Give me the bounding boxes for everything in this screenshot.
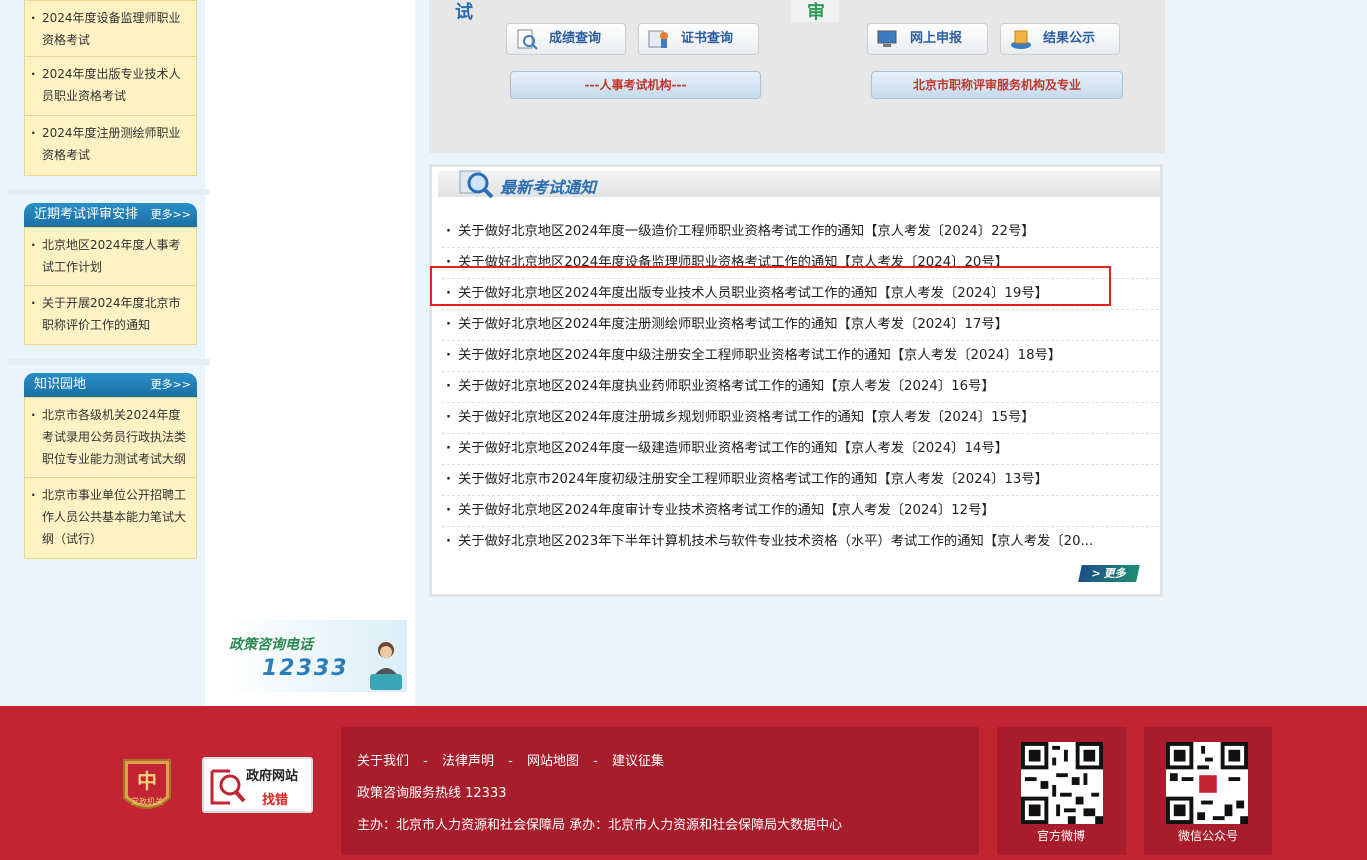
weibo-label: 官方微博 bbox=[1036, 829, 1085, 843]
sitemap-link[interactable]: 网站地图 bbox=[527, 754, 579, 769]
footer-host: 主办：北京市人力资源和社会保障局 承办：北京市人力资源和社会保障局大数据中心 bbox=[357, 818, 843, 833]
cert-query-button[interactable]: 证书查询 bbox=[638, 23, 759, 55]
knowledge-header: 知识园地 更多>> bbox=[24, 373, 197, 397]
exam-char: 试 bbox=[455, 2, 473, 23]
highlight-box bbox=[430, 266, 1111, 306]
schedule-header: 近期考试评审安排 更多>> bbox=[24, 203, 197, 227]
footer-hotline: 政策咨询服务热线 12333 bbox=[357, 786, 507, 801]
notice-item[interactable]: 关于做好北京地区2023年下半年计算机技术与软件专业技术资格（水平）考试工作的通… bbox=[442, 527, 1159, 558]
schedule-list: 北京地区2024年度人事考试工作计划 关于开展2024年度北京市职称评价工作的通… bbox=[24, 227, 197, 345]
schedule-more-link[interactable]: 更多>> bbox=[151, 203, 191, 227]
party-badge-text: 党政机关 bbox=[131, 796, 163, 806]
notice-item[interactable]: 关于做好北京地区2024年度注册城乡规划师职业资格考试工作的通知【京人考发〔20… bbox=[442, 403, 1159, 434]
certificate-icon bbox=[648, 30, 668, 48]
link-separator: - bbox=[423, 754, 428, 769]
list-item[interactable]: 2024年度设备监理师职业资格考试 bbox=[25, 1, 196, 57]
service-panel: 试 审 成绩查询 证书查询 网上申报 结果公示 ---人事考试机构--- 北京市… bbox=[429, 0, 1165, 153]
eval-char: 审 bbox=[807, 2, 825, 23]
notice-item[interactable]: 关于做好北京市2024年度初级注册安全工程师职业资格考试工作的通知【京人考发〔2… bbox=[442, 465, 1159, 496]
magnifier-icon bbox=[210, 769, 246, 805]
notice-item[interactable]: 关于做好北京地区2024年度执业药师职业资格考试工作的通知【京人考发〔2024〕… bbox=[442, 372, 1159, 403]
chevron-right-icon: > bbox=[1090, 567, 1103, 580]
legal-link[interactable]: 法律声明 bbox=[442, 754, 494, 769]
notice-item[interactable]: 关于做好北京地区2024年度中级注册安全工程师职业资格考试工作的通知【京人考发〔… bbox=[442, 341, 1159, 372]
divider bbox=[8, 359, 210, 365]
notice-item[interactable]: 关于做好北京地区2024年度一级造价工程师职业资格考试工作的通知【京人考发〔20… bbox=[442, 217, 1159, 248]
knowledge-list: 北京市各级机关2024年度考试录用公务员行政执法类职位专业能力测试考试大纲 北京… bbox=[24, 397, 197, 559]
document-stack-icon bbox=[1011, 30, 1031, 49]
knowledge-more-link[interactable]: 更多>> bbox=[151, 373, 191, 397]
list-item[interactable]: 2024年度出版专业技术人员职业资格考试 bbox=[25, 57, 196, 116]
online-apply-label: 网上申报 bbox=[910, 31, 963, 46]
notice-item[interactable]: 关于做好北京地区2024年度注册测绘师职业资格考试工作的通知【京人考发〔2024… bbox=[442, 310, 1159, 341]
link-separator: - bbox=[593, 754, 598, 769]
party-org-badge[interactable]: 中 党政机关 bbox=[120, 756, 174, 820]
weibo-qr-code bbox=[1021, 742, 1103, 824]
wechat-label: 微信公众号 bbox=[1177, 829, 1238, 843]
sidebar bbox=[205, 0, 415, 706]
cert-query-label: 证书查询 bbox=[681, 31, 734, 46]
result-public-button[interactable]: 结果公示 bbox=[1000, 23, 1120, 55]
footer-links: 关于我们 - 法律声明 - 网站地图 - 建议征集 bbox=[357, 750, 674, 769]
notices-more-button[interactable]: > 更多 bbox=[1078, 565, 1140, 582]
operator-icon bbox=[370, 642, 402, 690]
gov-site-text: 政府网站 bbox=[246, 769, 299, 784]
list-item[interactable]: 北京地区2024年度人事考试工作计划 bbox=[25, 228, 196, 286]
latest-notices: 最新考试通知 关于做好北京地区2024年度一级造价工程师职业资格考试工作的通知【… bbox=[429, 164, 1163, 597]
score-query-button[interactable]: 成绩查询 bbox=[506, 23, 626, 55]
hotline-number: 12333 bbox=[262, 656, 349, 681]
notice-item[interactable]: 关于做好北京地区2024年度一级建造师职业资格考试工作的通知【京人考发〔2024… bbox=[442, 434, 1159, 465]
notice-item[interactable]: 关于做好北京地区2024年度审计专业技术资格考试工作的通知【京人考发〔2024〕… bbox=[442, 496, 1159, 527]
more-label: 更多 bbox=[1103, 567, 1128, 580]
list-item[interactable]: 2024年度注册测绘师职业资格考试 bbox=[25, 116, 196, 175]
result-public-label: 结果公示 bbox=[1043, 31, 1096, 46]
gov-error-text: 找错 bbox=[262, 793, 289, 808]
magnifier-doc-icon bbox=[517, 29, 538, 50]
eval-org-button[interactable]: 北京市职称评审服务机构及专业 bbox=[871, 71, 1123, 99]
list-item[interactable]: 关于开展2024年度北京市职称评价工作的通知 bbox=[25, 286, 196, 344]
wechat-qr-code bbox=[1166, 742, 1248, 824]
knowledge-title: 知识园地 bbox=[34, 377, 87, 392]
schedule-title: 近期考试评审安排 bbox=[34, 207, 139, 222]
score-query-label: 成绩查询 bbox=[549, 31, 602, 46]
magnifier-icon bbox=[459, 170, 494, 199]
list-item[interactable]: 北京市各级机关2024年度考试录用公务员行政执法类职位专业能力测试考试大纲 bbox=[25, 398, 196, 478]
gov-error-badge[interactable]: 政府网站 找错 bbox=[202, 757, 313, 813]
eval-char-box: 审 bbox=[791, 0, 839, 23]
computer-icon bbox=[877, 30, 897, 47]
online-apply-button[interactable]: 网上申报 bbox=[867, 23, 988, 55]
suggestion-link[interactable]: 建议征集 bbox=[612, 754, 664, 769]
divider bbox=[8, 189, 210, 195]
exam-list: 2024年度设备监理师职业资格考试 2024年度出版专业技术人员职业资格考试 2… bbox=[24, 0, 197, 176]
hotline-label: 政策咨询电话 bbox=[229, 637, 313, 653]
hotline-banner[interactable]: 政策咨询电话 12333 bbox=[226, 620, 407, 692]
svg-text:中: 中 bbox=[137, 769, 157, 793]
link-separator: - bbox=[508, 754, 513, 769]
list-item[interactable]: 北京市事业单位公开招聘工作人员公共基本能力笔试大纲（试行） bbox=[25, 478, 196, 558]
about-link[interactable]: 关于我们 bbox=[357, 754, 409, 769]
exam-org-button[interactable]: ---人事考试机构--- bbox=[510, 71, 761, 99]
notices-title: 最新考试通知 bbox=[500, 178, 597, 197]
notices-header: 最新考试通知 bbox=[438, 170, 1160, 199]
